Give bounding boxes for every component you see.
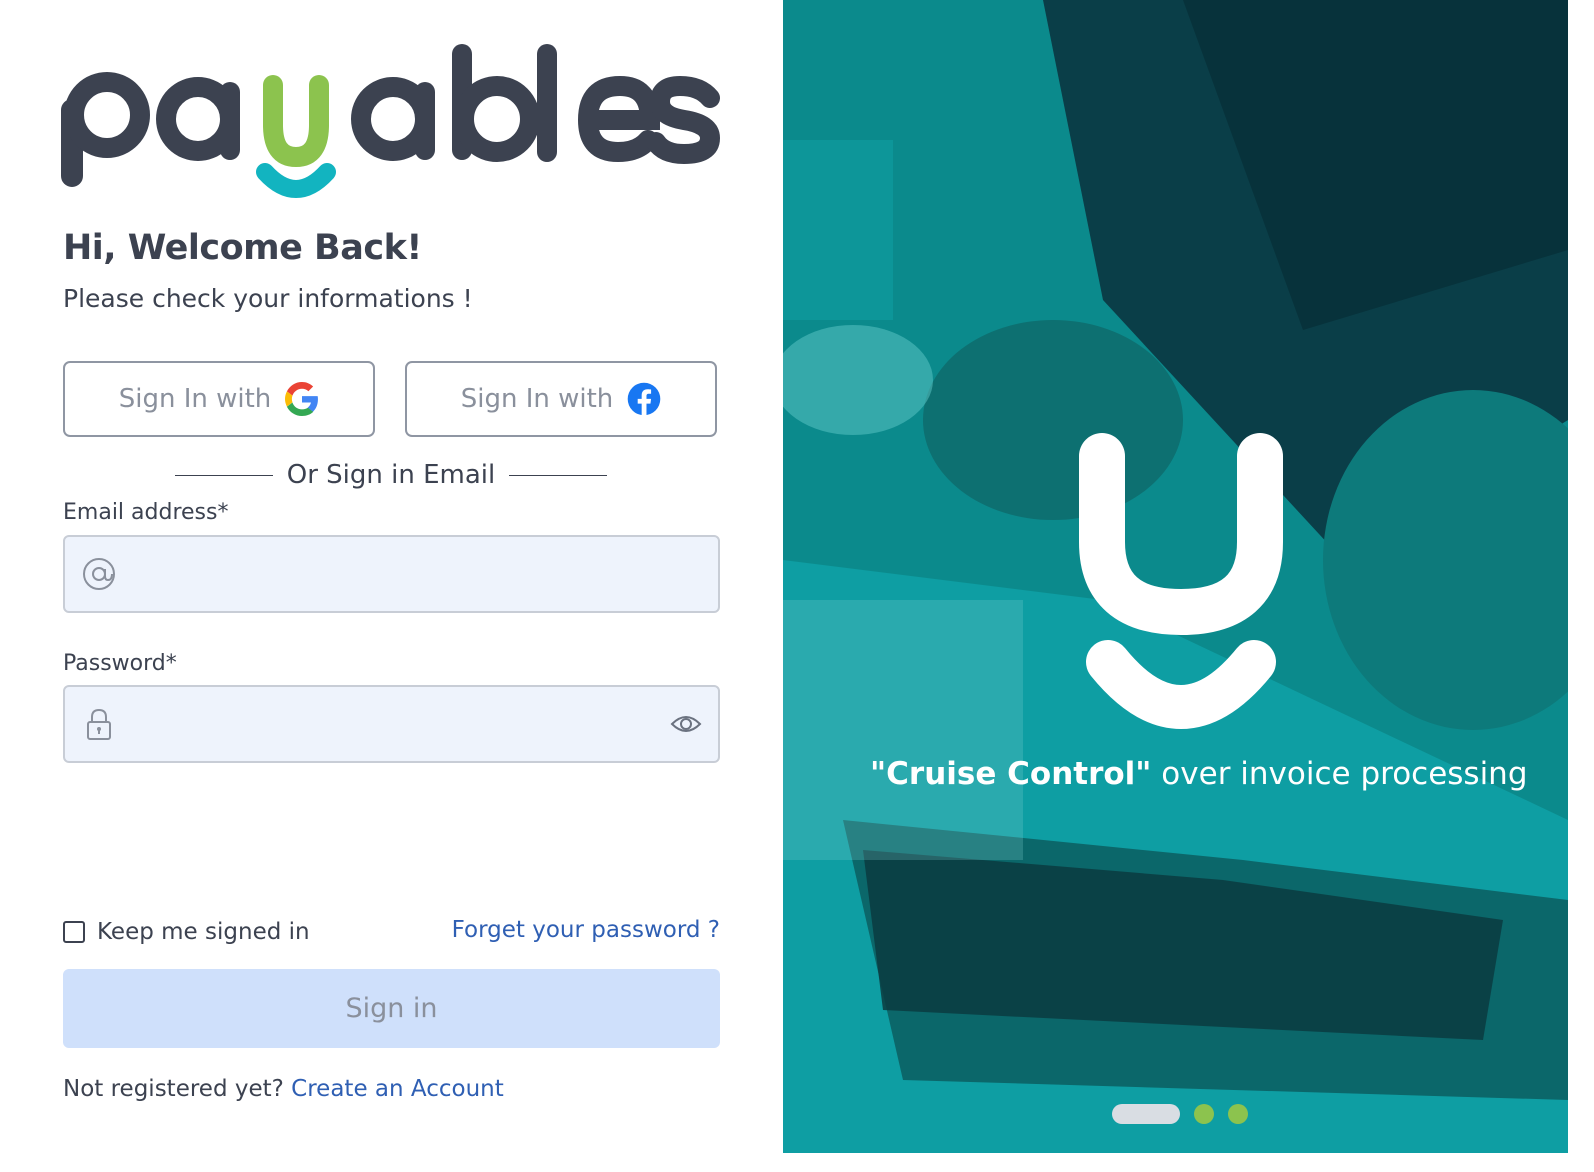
at-sign-icon — [83, 558, 115, 590]
payables-mark-icon — [1079, 433, 1283, 729]
email-field-container — [63, 535, 720, 613]
google-signin-button[interactable]: Sign In with — [63, 361, 375, 437]
divider-line-left — [175, 474, 273, 476]
facebook-signin-button[interactable]: Sign In with — [405, 361, 717, 437]
password-field-container — [63, 685, 720, 763]
tagline-rest: over invoice processing — [1151, 756, 1528, 792]
register-prompt: Not registered yet? Create an Account — [63, 1076, 504, 1102]
welcome-subtitle: Please check your informations ! — [63, 284, 473, 313]
or-divider: Or Sign in Email — [175, 456, 607, 494]
email-label: Email address* — [63, 500, 229, 525]
bottom-edge-strip — [783, 1153, 1568, 1172]
divider-line-right — [509, 474, 607, 476]
register-question: Not registered yet? — [63, 1076, 284, 1102]
hero-tagline: "Cruise Control" over invoice processing — [870, 756, 1528, 792]
welcome-title: Hi, Welcome Back! — [63, 228, 422, 268]
create-account-link[interactable]: Create an Account — [291, 1076, 504, 1102]
right-edge-strip — [1568, 0, 1594, 1172]
facebook-icon — [627, 382, 661, 416]
remember-checkbox[interactable] — [63, 921, 85, 943]
remember-me[interactable]: Keep me signed in — [63, 919, 310, 945]
eye-icon[interactable] — [670, 710, 702, 738]
password-label: Password* — [63, 651, 177, 676]
divider-text: Or Sign in Email — [286, 460, 496, 490]
lock-icon — [87, 708, 111, 740]
password-input[interactable] — [135, 687, 659, 763]
carousel-indicators — [1112, 1104, 1248, 1124]
remember-label: Keep me signed in — [97, 919, 310, 945]
google-signin-label: Sign In with — [118, 384, 272, 414]
facebook-signin-label: Sign In with — [460, 384, 614, 414]
payables-logo — [61, 44, 721, 198]
forgot-password-link[interactable]: Forget your password ? — [452, 917, 720, 943]
tagline-bold: "Cruise Control" — [870, 756, 1152, 792]
carousel-dot[interactable] — [1228, 1104, 1248, 1124]
carousel-dot-active[interactable] — [1112, 1104, 1180, 1124]
google-icon — [285, 382, 319, 416]
email-input[interactable] — [135, 537, 659, 613]
signin-button[interactable]: Sign in — [63, 969, 720, 1048]
carousel-dot[interactable] — [1194, 1104, 1214, 1124]
